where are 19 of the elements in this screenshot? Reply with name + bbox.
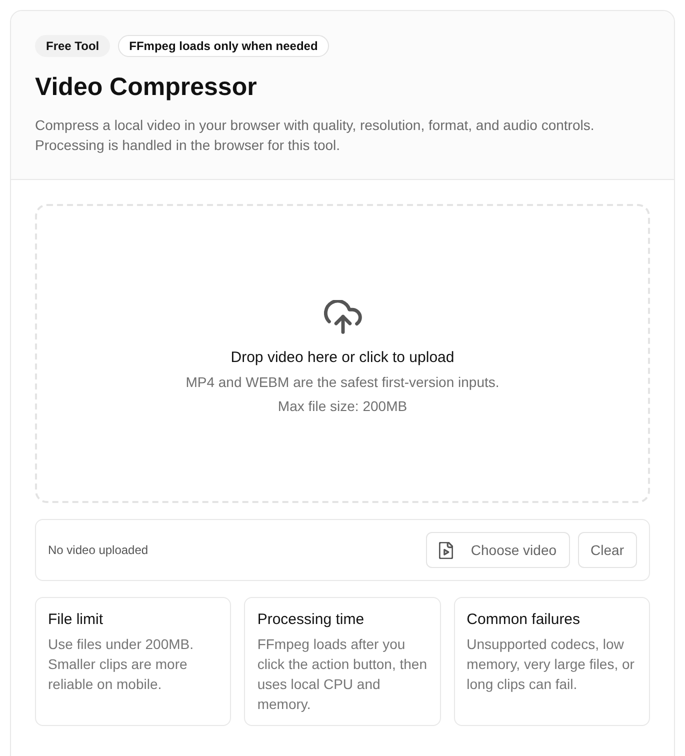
info-card-title: Common failures: [466, 610, 582, 630]
video-file-icon: [438, 542, 453, 558]
file-status: No video uploaded: [48, 542, 148, 559]
cloud-upload-icon: [324, 300, 362, 334]
dropzone-hint: Max file size: 200MB: [278, 396, 408, 416]
info-card-title: File limit: [48, 610, 104, 630]
badge: Free Tool: [35, 35, 110, 57]
choose-video-button[interactable]: Choose video: [426, 532, 570, 568]
info-card-title: Processing time: [257, 610, 366, 630]
dropzone-hint: MP4 and WEBM are the safest first-version inputs.: [186, 372, 500, 392]
info-card-text: FFmpeg loads after you click the action button, then uses local CPU and memory.: [257, 635, 428, 714]
upload-dropzone[interactable]: Drop video here or click to upload MP4 and WEBM are the safest first-version inputs. Max file size: 200MB: [35, 204, 650, 503]
badge: FFmpeg loads only when needed: [118, 35, 329, 57]
dropzone-heading: Drop video here or click to upload: [230, 348, 454, 368]
clear-button[interactable]: Clear: [578, 532, 637, 568]
page-description: Compress a local video in your browser with quality, resolution, format, and audio controls. Processing is handled in the browser for this tool.: [35, 116, 596, 155]
page-title: Video Compressor: [35, 72, 258, 103]
info-card-text: Unsupported codecs, low memory, very large files, or long clips can fail.: [466, 635, 636, 694]
info-card-text: Use files under 200MB. Smaller clips are more reliable on mobile.: [48, 635, 195, 694]
